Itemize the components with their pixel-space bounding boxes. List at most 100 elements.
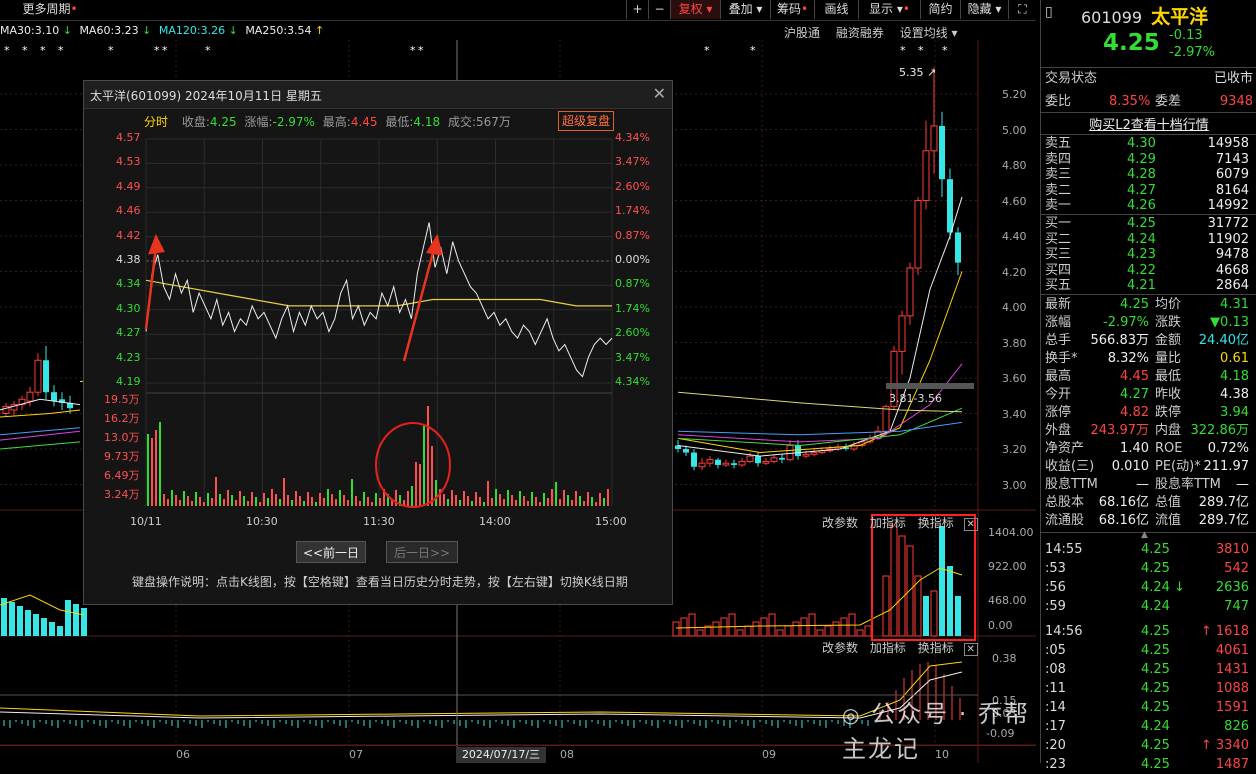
volume-bar <box>712 621 720 637</box>
tick-volume: 2636 <box>1215 580 1249 595</box>
level-price: 4.24 <box>1127 231 1156 247</box>
volume-bar <box>680 617 688 637</box>
volume-bar <box>33 614 39 636</box>
stat-value: 68.16亿 <box>1098 495 1149 510</box>
tick-volume: 542 <box>1224 561 1249 576</box>
rzrq-link[interactable]: 融资融券 <box>836 26 884 40</box>
period-button[interactable]: 更多周期• <box>14 0 86 19</box>
candle-body <box>43 360 49 393</box>
stat-label: 总股本 <box>1045 495 1085 510</box>
price-tick-label: 3.60 <box>1002 372 1027 385</box>
level-name: 买五 <box>1045 278 1072 293</box>
panel-nav-icon[interactable]: ▯ <box>1045 4 1053 20</box>
stat-value: 289.7亿 <box>1198 513 1249 528</box>
cursor-date-label: 2024/07/17/三 <box>456 747 546 763</box>
candle-body <box>746 455 754 462</box>
volume-bar <box>736 629 744 637</box>
volume-bar <box>728 613 736 637</box>
buy-l2-link[interactable]: 购买L2查看十档行情 <box>1041 114 1256 133</box>
fuquan-button[interactable]: 复权 ▾ <box>670 0 720 19</box>
vol-switch-indicator-link[interactable]: 换指标 <box>918 516 954 530</box>
date-tick-label: 09 <box>762 748 776 761</box>
hgt-link[interactable]: 沪股通 <box>784 26 820 40</box>
intraday-time-tick: 10:30 <box>246 515 278 528</box>
separator <box>1041 294 1256 295</box>
zoom-in-button[interactable]: + <box>626 0 648 19</box>
intraday-pct-tick: 3.47% <box>615 350 650 364</box>
high-value: 4.45 <box>350 115 378 129</box>
event-star-icon: * <box>162 44 168 57</box>
huaxian-button[interactable]: 画线 <box>814 0 858 19</box>
volume-bar <box>864 625 872 637</box>
tick-volume: 1591 <box>1215 700 1249 715</box>
vol-close-icon[interactable]: ✕ <box>963 518 978 531</box>
jianyue-button[interactable]: 简约 <box>920 0 960 19</box>
xianshi-label: 显示 <box>869 2 894 16</box>
order-book-row: 卖一 4.26 14992 <box>1045 198 1253 213</box>
intraday-price-tick: 4.34 <box>116 277 141 291</box>
expand-caret-icon[interactable]: ▲ <box>1141 530 1148 540</box>
ma-legend: MA30:3.10 ↓ MA60:3.23 ↓ MA120:3.26 ↓ MA2… <box>0 24 324 40</box>
intraday-svg[interactable] <box>84 129 674 529</box>
stat-label: 最新 <box>1045 297 1072 312</box>
tick-time: :59 <box>1045 599 1066 614</box>
tick-price: 4.25 <box>1141 662 1170 677</box>
candle-body <box>914 200 922 269</box>
intraday-time-tick: 11:30 <box>363 515 395 528</box>
stat-label: 跌停 <box>1155 405 1182 420</box>
level-price: 4.25 <box>1127 216 1156 231</box>
separator <box>1041 532 1256 533</box>
popup-tab-fenshi[interactable]: 分时 <box>144 115 168 129</box>
diejia-button[interactable]: 叠加 ▾ <box>720 0 770 19</box>
tick-row: :20 4.25 ↑ 3340 <box>1045 736 1253 755</box>
candle-body <box>722 462 730 466</box>
candle-body <box>755 456 761 464</box>
stat-value: ▼0.13 <box>1210 315 1249 330</box>
stat-value: 0.010 <box>1111 459 1149 474</box>
vol-param-link[interactable]: 改参数 <box>822 516 858 530</box>
event-star-icon: * <box>418 44 424 57</box>
ma-setting-link[interactable]: 设置均线 <box>900 26 948 40</box>
intraday-popup[interactable]: 太平洋(601099) 2024年10月11日 星期五 ✕ 分时 收盘:4.25… <box>83 80 673 605</box>
volume-bar <box>824 625 832 637</box>
xianshi-button[interactable]: 显示 ▾• <box>858 0 920 19</box>
max-price-label: 5.35 ↗ <box>899 66 937 79</box>
next-day-button[interactable]: 后一日>> <box>386 541 458 563</box>
stat-value: 1.40 <box>1120 441 1149 456</box>
event-star-icon: * <box>40 44 46 57</box>
ind-switch-indicator-link[interactable]: 换指标 <box>918 641 954 655</box>
stat-row: 涨停 4.82 跌停 3.94 <box>1045 404 1253 422</box>
volume-bar <box>898 535 906 637</box>
stat-label: 股息TTM <box>1045 477 1098 492</box>
vol-add-indicator-link[interactable]: 加指标 <box>870 516 906 530</box>
price-tick-label: 3.80 <box>1002 336 1027 350</box>
ma-line <box>0 430 81 441</box>
volume-bar <box>890 525 898 637</box>
chouma-label: 筹码 <box>776 2 801 16</box>
stat-row: 最新 4.25 均价 4.31 <box>1045 296 1253 314</box>
candle-body <box>706 459 714 464</box>
tick-price: 4.25 <box>1141 700 1170 715</box>
popup-close-icon[interactable]: ✕ <box>653 84 666 103</box>
order-book-row: 卖三 4.28 6079 <box>1045 167 1253 182</box>
chouma-button[interactable]: 筹码• <box>770 0 814 19</box>
stock-name: 太平洋 <box>1151 6 1209 28</box>
event-star-icon: * <box>750 44 756 57</box>
level-price: 4.23 <box>1127 247 1156 262</box>
volume-bar <box>81 608 87 636</box>
tick-price: 4.24 <box>1141 599 1170 614</box>
ind-add-indicator-link[interactable]: 加指标 <box>870 641 906 655</box>
prev-day-button[interactable]: <<前一日 <box>296 541 366 563</box>
keyboard-hint: 键盘操作说明：点击K线图，按【空格键】查看当日历史分时走势，按【左右键】切换K线… <box>132 575 628 589</box>
ind-close-icon[interactable]: ✕ <box>963 643 978 656</box>
stat-label: 昨收 <box>1155 387 1182 402</box>
watermark-text: 公众号 · 乔帮主龙记 <box>842 700 1030 763</box>
ma-line <box>0 441 81 450</box>
kline-chart-area[interactable]: 更多周期• + − 复权 ▾ 叠加 ▾ 筹码• 画线 显示 ▾• 简约 隐藏 ▾… <box>0 0 1036 763</box>
volume-bar <box>939 526 945 636</box>
zoom-out-button[interactable]: − <box>648 0 670 19</box>
weicha-label: 委差 <box>1155 94 1182 109</box>
super-replay-button[interactable]: 超级复盘 <box>558 111 615 131</box>
ind-param-link[interactable]: 改参数 <box>822 641 858 655</box>
ma250-label: MA250:3.54 <box>245 24 312 37</box>
